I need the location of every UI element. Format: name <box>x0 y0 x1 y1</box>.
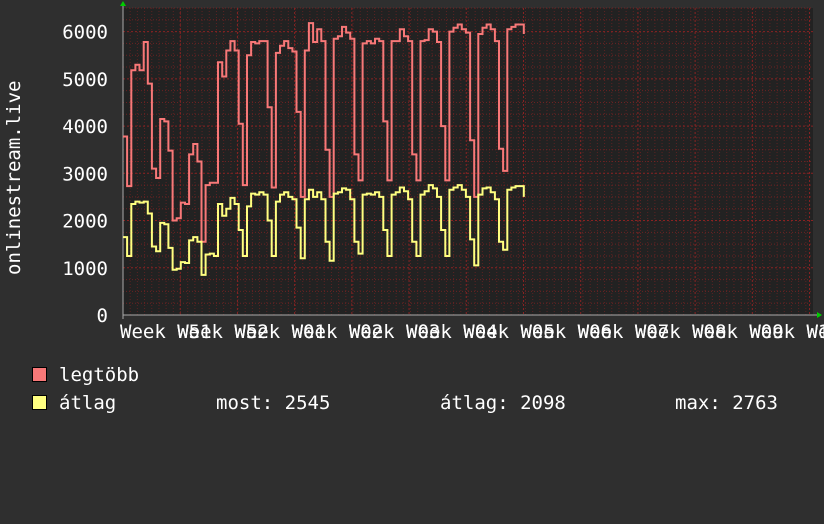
legend-item-avg: átlag most: 2545 átlag: 2098 max: 2763 <box>32 392 812 414</box>
y-tick-label: 0 <box>97 305 108 327</box>
x-tick-label: Week 1 <box>807 321 824 343</box>
y-tick-label: 2000 <box>62 211 108 233</box>
legend-label-avg: átlag <box>59 392 117 414</box>
legend-swatch-max <box>32 367 47 382</box>
legend-label-max: legtöbb <box>59 364 140 386</box>
y-tick-labels: 0 1000 2000 3000 4000 5000 6000 <box>62 22 108 327</box>
y-tick-label: 6000 <box>62 22 108 44</box>
y-axis-arrow <box>120 1 126 6</box>
y-axis-label: onlinestream.live <box>3 81 25 275</box>
x-axis-arrow <box>817 312 822 318</box>
y-tick-label: 1000 <box>62 258 108 280</box>
legend-item-max: legtöbb <box>32 364 432 386</box>
y-tick-label: 3000 <box>62 163 108 185</box>
stat-average: átlag: 2098 <box>440 392 566 414</box>
stat-current: most: 2545 <box>216 392 331 414</box>
y-tick-label: 4000 <box>62 116 108 138</box>
x-tick-labels: Week W51Week W52Week W01Week W02Week W03… <box>120 321 824 343</box>
y-tick-label: 5000 <box>62 69 108 91</box>
legend-swatch-avg <box>32 395 47 410</box>
stat-maximum: max: 2763 <box>675 392 778 414</box>
